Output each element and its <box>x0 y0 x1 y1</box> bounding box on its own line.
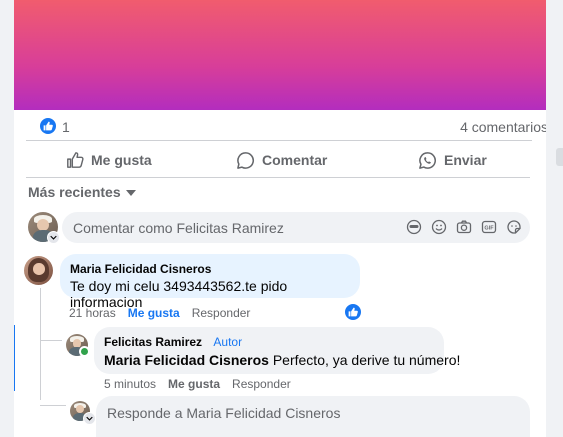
composer-tools: GIF <box>406 219 522 240</box>
comment-reply-link[interactable]: Responder <box>192 306 251 320</box>
camera-icon[interactable] <box>456 219 472 240</box>
online-status-indicator <box>79 346 90 357</box>
comment-composer[interactable]: Comentar como Felicitas Ramirez GIF <box>62 212 530 243</box>
thumbs-up-icon <box>66 151 84 169</box>
mention-link[interactable]: Maria Felicidad Cisneros <box>104 352 269 368</box>
emoji-icon[interactable] <box>431 219 447 240</box>
reactions-count[interactable]: 1 <box>62 119 70 135</box>
like-button-label: Me gusta <box>91 152 152 168</box>
comments-count[interactable]: 4 comentarios <box>460 119 546 135</box>
post-actions: Me gusta Comentar Enviar <box>28 146 530 174</box>
reply-input[interactable]: Responde a Maria Felicidad Cisneros <box>107 405 340 421</box>
post-stats: 1 4 comentarios <box>40 117 546 137</box>
stats-divider <box>26 140 532 141</box>
reply-profile-caret-icon[interactable] <box>83 412 96 425</box>
comment-author-name[interactable]: Maria Felicidad Cisneros <box>70 262 211 276</box>
focus-indicator <box>14 325 15 391</box>
reply-bubble: Felicitas Ramirez Autor Maria Felicidad … <box>94 327 460 374</box>
comment-bubble: Maria Felicidad Cisneros Te doy mi celu … <box>60 254 360 310</box>
sort-dropdown[interactable]: Más recientes <box>28 184 136 200</box>
actions-divider <box>26 177 530 178</box>
scroll-thumb[interactable] <box>556 148 563 166</box>
page-scrollbar[interactable] <box>555 0 563 437</box>
whatsapp-icon <box>418 151 437 170</box>
author-badge: Autor <box>213 335 243 349</box>
sticker-icon[interactable] <box>506 219 522 240</box>
comment-input[interactable]: Comentar como Felicitas Ramirez <box>73 220 284 236</box>
comment-bubble-icon <box>236 151 255 170</box>
thread-line <box>40 288 41 400</box>
thread-connector <box>40 405 66 406</box>
comment-like-link[interactable]: Me gusta <box>128 306 180 320</box>
send-button[interactable]: Enviar <box>418 146 487 174</box>
post-card: 1 4 comentarios Me gusta Comentar Enviar… <box>14 0 546 437</box>
avatar-sticker-icon[interactable] <box>406 219 422 240</box>
comment-like-reaction-icon[interactable] <box>343 302 363 322</box>
sort-label: Más recientes <box>28 184 121 200</box>
reply-like-link[interactable]: Me gusta <box>168 377 220 391</box>
comment-timestamp[interactable]: 21 horas <box>69 306 116 320</box>
post-media[interactable] <box>14 0 546 110</box>
comment-meta: 21 horas Me gusta Responder <box>69 306 250 320</box>
reply-reply-link[interactable]: Responder <box>232 377 291 391</box>
like-button[interactable]: Me gusta <box>66 146 152 174</box>
send-button-label: Enviar <box>444 152 487 168</box>
reply-timestamp[interactable]: 5 minutos <box>104 377 156 391</box>
comment-author-avatar[interactable] <box>24 256 53 285</box>
profile-switch-caret-icon[interactable] <box>47 231 60 244</box>
reply-meta: 5 minutos Me gusta Responder <box>104 377 291 391</box>
caret-down-icon <box>125 184 136 200</box>
comment-button-label: Comentar <box>262 152 328 168</box>
reply-composer[interactable]: Responde a Maria Felicidad Cisneros <box>96 396 530 437</box>
svg-text:GIF: GIF <box>484 226 494 232</box>
gif-icon[interactable]: GIF <box>481 219 497 240</box>
reply-text: Perfecto, ya derive tu número! <box>272 352 461 368</box>
like-reaction-icon[interactable] <box>40 118 56 134</box>
thread-connector <box>40 340 62 341</box>
reply-author-name[interactable]: Felicitas Ramirez <box>104 335 202 349</box>
comment-button[interactable]: Comentar <box>236 146 327 174</box>
